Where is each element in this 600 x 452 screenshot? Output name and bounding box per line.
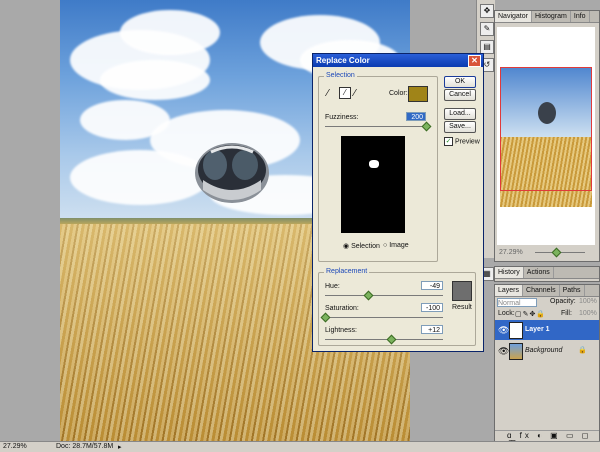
color-swatch[interactable] [408, 86, 428, 102]
eyedropper-minus-icon[interactable]: ⁄ [354, 88, 356, 99]
fuzziness-input[interactable]: 200 [406, 112, 426, 121]
fill-label: Fill: [561, 310, 572, 317]
lock-icon: 🔒 [578, 347, 587, 354]
layer-comps-icon[interactable]: ▤ [480, 40, 494, 54]
history-tabs: History Actions [495, 267, 599, 279]
layers-panel: Layers Channels Paths Normal Opacity: 10… [494, 284, 600, 449]
selection-group-label: Selection [324, 72, 357, 79]
saturation-label: Saturation: [325, 305, 359, 312]
radio-image[interactable]: ○ Image [383, 242, 409, 249]
layer-1-thumbnail [509, 322, 523, 339]
tab-info[interactable]: Info [571, 11, 590, 22]
replacement-group-label: Replacement [324, 268, 370, 275]
navigator-tabs: Navigator Histogram Info [495, 11, 599, 23]
layers-tabs: Layers Channels Paths [495, 285, 599, 297]
opacity-label: Opacity: [550, 298, 576, 305]
navigator-preview-area [497, 27, 595, 245]
saturation-input[interactable]: -100 [421, 303, 443, 312]
tab-actions[interactable]: Actions [524, 267, 554, 278]
brush-tool-icon[interactable]: ✎ [480, 22, 494, 36]
tab-history[interactable]: History [495, 267, 524, 278]
lightness-slider[interactable] [325, 339, 443, 340]
checkbox-checked-icon[interactable]: ✓ [444, 137, 453, 146]
lock-icons[interactable]: ▢✎✥🔒 [515, 310, 546, 318]
dialog-title-bar[interactable]: Replace Color ✕ [313, 54, 483, 67]
dialog-title: Replace Color [316, 56, 370, 65]
radio-image-label: Image [389, 242, 409, 249]
background-thumbnail [509, 343, 523, 360]
save-button[interactable]: Save... [444, 121, 476, 133]
status-doc-size[interactable]: Doc: 28.7M/57.8M [56, 443, 113, 450]
ok-button[interactable]: OK [444, 76, 476, 88]
replace-color-dialog: Replace Color ✕ Selection ⁄ ⁄ ⁄ Color: F… [312, 53, 484, 352]
status-menu-arrow-icon[interactable]: ▸ [118, 443, 122, 451]
tab-histogram[interactable]: Histogram [532, 11, 571, 22]
radio-selection-label: Selection [351, 243, 380, 250]
layer-row-background[interactable]: 👁 Background 🔒 [495, 341, 599, 361]
tab-channels[interactable]: Channels [523, 285, 560, 296]
hue-label: Hue: [325, 283, 340, 290]
history-panel: History Actions [494, 266, 600, 282]
lock-label: Lock: [498, 310, 515, 317]
tab-layers[interactable]: Layers [495, 285, 524, 296]
navigator-view-box[interactable] [500, 67, 592, 191]
close-icon[interactable]: ✕ [468, 55, 481, 67]
eyedropper-plus-icon[interactable]: ⁄ [339, 87, 351, 99]
saturation-slider[interactable] [325, 317, 443, 318]
eye-icon[interactable]: 👁 [498, 346, 509, 357]
load-button[interactable]: Load... [444, 108, 476, 120]
layer-1-name[interactable]: Layer 1 [525, 326, 550, 333]
status-zoom[interactable]: 27.29% [3, 443, 27, 450]
hue-input[interactable]: -49 [421, 281, 443, 290]
radio-selection[interactable]: ◉ Selection [343, 242, 380, 250]
status-bar: 27.29% Doc: 28.7M/57.8M ▸ [0, 441, 600, 452]
navigator-zoom-value[interactable]: 27.29% [499, 249, 523, 256]
fuzziness-slider[interactable] [325, 126, 426, 127]
lightness-label: Lightness: [325, 327, 357, 334]
result-swatch[interactable] [452, 281, 472, 301]
navigator-panel: Navigator Histogram Info 27.29% [494, 10, 600, 262]
lightness-input[interactable]: +12 [421, 325, 443, 334]
fuzziness-label: Fuzziness: [325, 114, 359, 121]
layers-footer-icons[interactable]: ɑ fx ◐ ▣ ▭ ◻ 🗑 [495, 430, 599, 449]
blend-mode-select[interactable]: Normal [497, 298, 537, 307]
color-label: Color: [389, 90, 408, 97]
eyedropper-icon[interactable]: ⁄ [327, 88, 329, 99]
tab-paths[interactable]: Paths [560, 285, 585, 296]
preview-checkbox-label: Preview [454, 138, 480, 146]
navigator-thumbnail [500, 67, 592, 207]
opacity-value[interactable]: 100% [579, 298, 597, 305]
floating-pod-image [195, 143, 269, 203]
fill-value[interactable]: 100% [579, 310, 597, 317]
move-tool-icon[interactable]: ✥ [480, 4, 494, 18]
hue-slider[interactable] [325, 295, 443, 296]
result-label: Result [452, 304, 472, 311]
layer-row-layer-1[interactable]: 👁 Layer 1 [495, 320, 599, 340]
cancel-button[interactable]: Cancel [444, 89, 476, 101]
navigator-zoom-knob[interactable] [551, 247, 562, 258]
tab-navigator[interactable]: Navigator [495, 11, 532, 22]
preview-checkbox[interactable]: ✓ Preview [444, 137, 480, 146]
background-layer-name[interactable]: Background [525, 347, 562, 354]
selection-preview[interactable] [341, 136, 405, 233]
eye-icon[interactable]: 👁 [498, 325, 509, 336]
